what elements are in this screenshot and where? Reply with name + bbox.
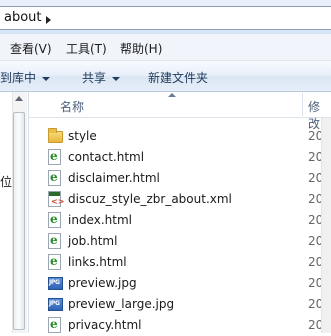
xml-file-icon: <> xyxy=(48,191,64,207)
menu-tools[interactable]: 工具(T) xyxy=(66,40,107,57)
chevron-down-icon xyxy=(42,76,51,81)
folder-icon xyxy=(48,128,63,143)
file-name: privacy.html xyxy=(68,318,142,332)
html-file-icon: e xyxy=(48,254,61,270)
menu-help[interactable]: 帮助(H) xyxy=(120,40,162,57)
address-path[interactable]: about xyxy=(4,10,42,25)
html-file-icon: e xyxy=(48,233,61,249)
html-file-icon: e xyxy=(48,149,61,165)
address-field[interactable]: about xyxy=(0,6,331,30)
html-file-icon: e xyxy=(48,170,61,186)
file-row[interactable]: <> discuz_style_zbr_about.xml 2013 xyxy=(44,189,331,210)
html-file-icon: e xyxy=(48,317,61,333)
file-row[interactable]: e job.html 2014 xyxy=(44,231,331,252)
file-list-scrollbar[interactable] xyxy=(321,118,331,333)
file-name: job.html xyxy=(68,234,118,248)
file-row[interactable]: style 2014 xyxy=(44,126,331,147)
html-file-icon: e xyxy=(48,212,61,228)
file-name: links.html xyxy=(68,255,127,269)
include-in-library-label: 到库中 xyxy=(0,71,37,85)
command-bar: 到库中 共享 新建文件夹 xyxy=(0,61,331,92)
menu-view[interactable]: 查看(V) xyxy=(10,40,52,57)
file-name: discuz_style_zbr_about.xml xyxy=(68,192,232,206)
breadcrumb-arrow-icon[interactable] xyxy=(46,16,51,24)
sort-ascending-icon xyxy=(168,93,176,97)
new-folder-button[interactable]: 新建文件夹 xyxy=(148,69,208,86)
chevron-down-icon xyxy=(112,76,121,81)
file-name: preview_large.jpg xyxy=(68,297,175,311)
jpg-file-icon: JPG xyxy=(48,277,63,290)
file-row[interactable]: JPG preview.jpg 2013 xyxy=(44,273,331,294)
file-name: disclaimer.html xyxy=(68,171,160,185)
column-divider[interactable] xyxy=(302,93,303,116)
nav-item-fragment[interactable]: 位 xyxy=(0,173,12,190)
file-name: style xyxy=(68,129,97,143)
share-label: 共享 xyxy=(82,71,107,85)
file-name: index.html xyxy=(68,213,132,227)
file-row[interactable]: e disclaimer.html 2014 xyxy=(44,168,331,189)
menu-bar: 查看(V) 工具(T) 帮助(H) xyxy=(0,34,331,61)
file-row[interactable]: e index.html 2014 xyxy=(44,210,331,231)
file-name: contact.html xyxy=(68,150,145,164)
file-name: preview.jpg xyxy=(68,276,137,290)
file-row[interactable]: e contact.html 2014 xyxy=(44,147,331,168)
nav-scrollbar-thumb[interactable] xyxy=(13,112,25,330)
jpg-file-icon: JPG xyxy=(48,298,63,311)
file-row[interactable]: e links.html 2014 xyxy=(44,252,331,273)
column-header-name[interactable]: 名称 xyxy=(60,98,84,115)
share-button[interactable]: 共享 xyxy=(82,69,121,86)
scroll-up-arrow-icon[interactable] xyxy=(15,96,23,101)
file-row[interactable]: JPG preview_large.jpg 2013 xyxy=(44,294,331,315)
include-in-library-button[interactable]: 到库中 xyxy=(0,69,51,86)
